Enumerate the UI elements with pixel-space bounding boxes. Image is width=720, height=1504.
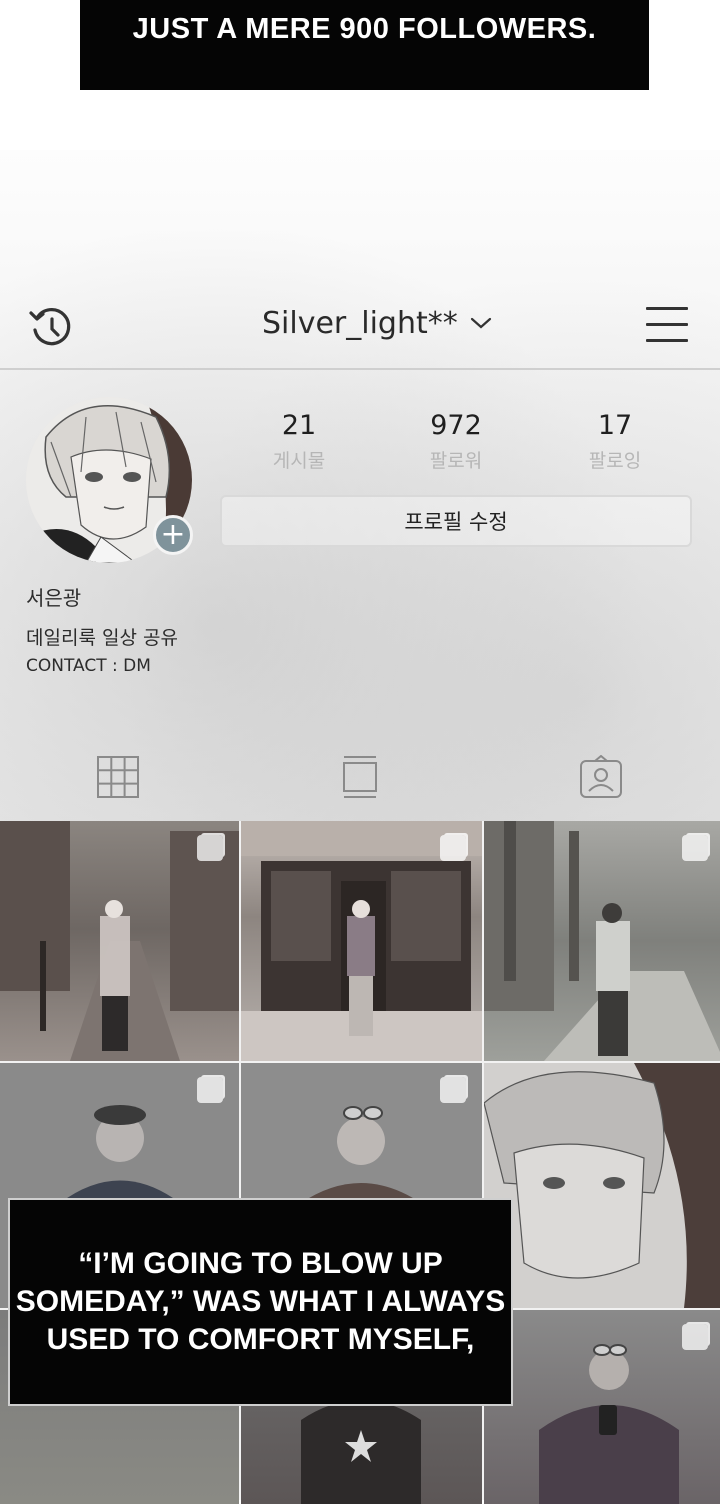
- feed-icon[interactable]: [338, 755, 382, 799]
- multi-post-icon: [440, 1077, 466, 1103]
- posts-count[interactable]: 21 게시물: [244, 410, 354, 473]
- caption-box-bottom: “I’M GOING TO BLOW UP SOMEDAY,” WAS WHAT…: [8, 1198, 513, 1406]
- caption-box-top: JUST A MERE 900 FOLLOWERS.: [80, 0, 649, 90]
- post-thumbnail[interactable]: [484, 1310, 720, 1504]
- multi-post-icon: [197, 1077, 223, 1103]
- post-thumbnail[interactable]: [484, 1063, 720, 1308]
- profile-description: 데일리룩 일상 공유: [26, 627, 178, 649]
- username-switcher[interactable]: Silver_light**: [262, 301, 492, 345]
- add-story-plus-icon[interactable]: +: [153, 515, 193, 555]
- multi-post-icon: [682, 835, 708, 861]
- profile-name: 서은광: [26, 586, 82, 610]
- edit-profile-button[interactable]: 프로필 수정: [220, 495, 692, 547]
- tagged-person-icon[interactable]: [579, 755, 623, 799]
- caption-line: SOMEDAY,” WAS WHAT I ALWAYS: [15, 1285, 506, 1318]
- multi-post-icon: [682, 1324, 708, 1350]
- post-thumbnail[interactable]: [241, 821, 482, 1061]
- followers-count[interactable]: 972 팔로워: [401, 410, 511, 473]
- history-icon[interactable]: [27, 304, 75, 352]
- caption-line: USED TO COMFORT MYSELF,: [46, 1323, 475, 1356]
- multi-post-icon: [197, 835, 223, 861]
- multi-post-icon: [440, 835, 466, 861]
- post-thumbnail[interactable]: [0, 821, 239, 1061]
- chevron-down-icon: [470, 317, 491, 329]
- post-thumbnail[interactable]: [484, 821, 720, 1061]
- username-label: Silver_light**: [262, 305, 458, 341]
- grid-icon[interactable]: [96, 755, 140, 799]
- hamburger-menu-icon[interactable]: [646, 307, 688, 343]
- following-count[interactable]: 17 팔로잉: [560, 410, 670, 473]
- portrait-closeup-image: [484, 1063, 720, 1308]
- profile-contact: CONTACT : DM: [26, 656, 151, 676]
- caption-line: “I’M GOING TO BLOW UP: [78, 1247, 443, 1280]
- profile-header: Silver_light**: [0, 285, 720, 370]
